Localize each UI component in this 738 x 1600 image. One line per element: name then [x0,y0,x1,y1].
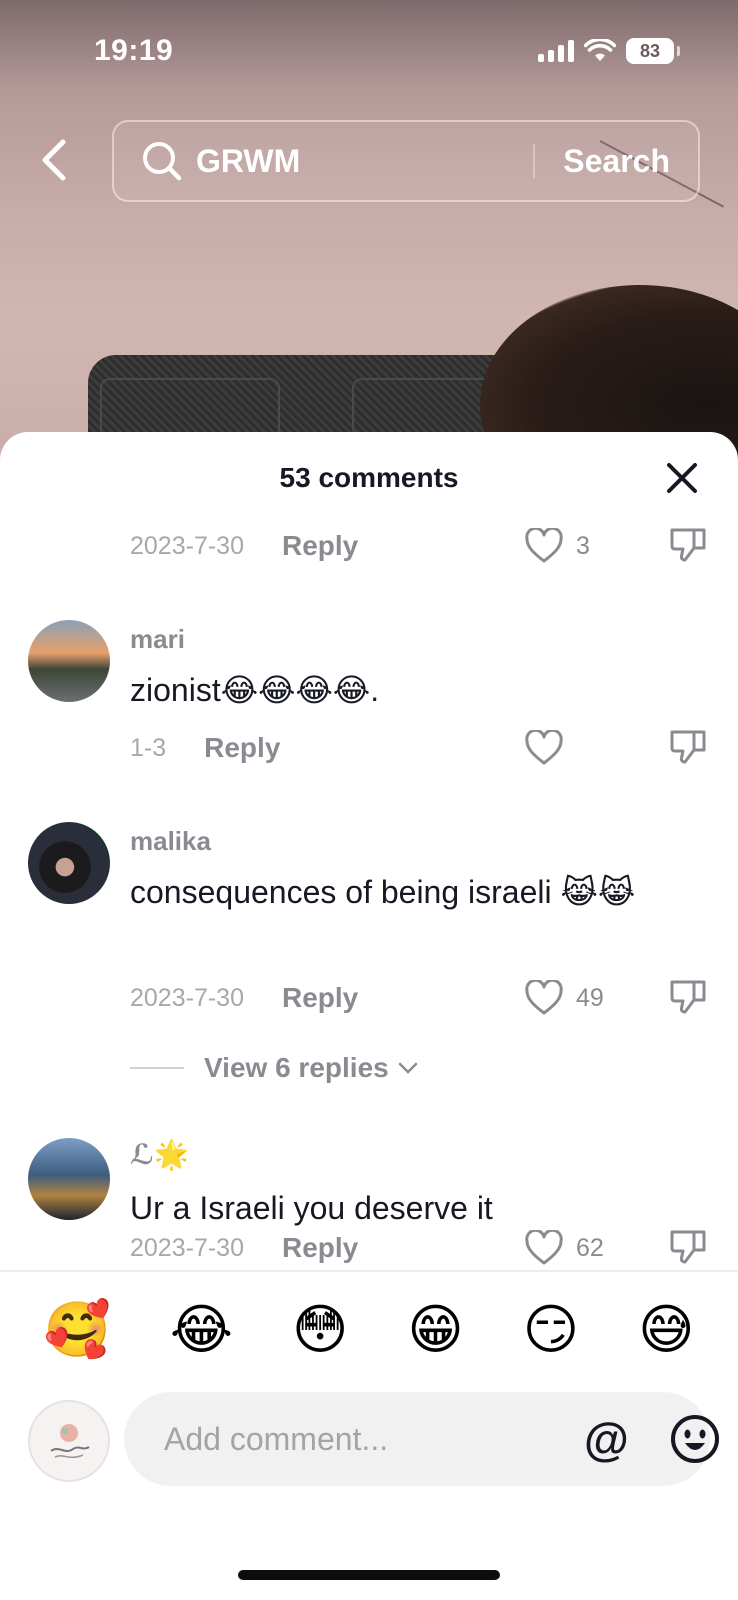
reply-button[interactable]: Reply [204,732,280,764]
home-indicator [238,1570,500,1580]
dislike-button[interactable] [668,1226,708,1271]
comment-username[interactable]: malika [130,826,211,857]
quick-emoji-bar: 🥰 😂 😳 😁 😏 😅 [0,1270,738,1388]
smiley-icon [670,1415,719,1463]
like-button[interactable]: 3 [524,528,590,564]
comment-date: 1-3 [130,733,167,762]
search-button[interactable]: Search [535,143,698,180]
dislike-button[interactable] [668,524,708,569]
search-icon [140,139,184,183]
avatar[interactable] [28,822,110,904]
like-button[interactable]: 62 [524,1230,604,1266]
comment-meta-row: 2023-7-30 Reply 3 [130,526,708,566]
thumbs-down-icon [670,528,706,561]
emoji-grinning[interactable]: 😁 [407,1303,463,1357]
comment-date: 2023-7-30 [130,1233,244,1262]
comment-input-field[interactable]: @ [124,1392,719,1486]
avatar[interactable] [28,620,110,702]
comments-list[interactable]: 2023-7-30 Reply 3 mari zionist😂😂😂😂. 1-3 … [0,512,738,1328]
comment-input[interactable] [164,1420,584,1458]
comment-username[interactable]: mari [130,624,185,655]
comment-meta-row: 2023-7-30 Reply 49 [130,978,708,1018]
chevron-down-icon [398,1062,417,1074]
like-button[interactable] [524,730,576,766]
dislike-button[interactable] [668,976,708,1021]
reply-button[interactable]: Reply [282,982,358,1014]
comment-text: Ur a Israeli you deserve it [130,1190,493,1226]
thumbs-down-icon [670,730,706,763]
thumbs-down-icon [670,1230,706,1263]
emoji-smiling-hearts[interactable]: 🥰 [44,1303,111,1357]
heart-icon [525,1230,563,1265]
comment-username[interactable]: ℒ🌟 [130,1138,189,1171]
user-logo-icon [50,1424,90,1459]
comment-date: 2023-7-30 [130,983,244,1012]
comment-date: 2023-7-30 [130,531,244,560]
view-replies-label: View 6 replies [204,1052,389,1083]
search-bar[interactable]: GRWM Search [112,120,700,202]
emoji-picker-button[interactable] [669,1413,721,1465]
reply-button[interactable]: Reply [282,1232,358,1264]
battery-indicator: 83 [626,38,680,64]
emoji-sweat-smile[interactable]: 😅 [638,1303,694,1357]
comment-text: zionist😂😂😂😂. [130,672,380,708]
like-count: 3 [576,531,590,560]
chevron-left-icon [42,139,66,181]
comment-meta-row: 2023-7-30 Reply 62 [130,1228,708,1268]
comment-composer: @ [0,1390,738,1500]
comment-text: consequences of being israeli 😹😹 [130,874,636,910]
status-bar: 19:19 83 [0,0,738,100]
cellular-signal-icon [538,40,574,62]
heart-icon [525,730,563,765]
heart-icon [525,528,563,563]
wifi-icon [584,39,616,61]
mention-button[interactable]: @ [584,1412,629,1466]
reply-button[interactable]: Reply [282,530,358,562]
emoji-flushed[interactable]: 😳 [292,1303,348,1357]
comments-count-title: 53 comments [279,462,459,493]
heart-icon [525,980,563,1015]
like-button[interactable]: 49 [524,980,604,1016]
like-count: 49 [576,983,604,1012]
close-button[interactable] [662,458,702,498]
thumbs-down-icon [670,980,706,1013]
dislike-button[interactable] [668,726,708,771]
emoji-tears-of-joy[interactable]: 😂 [170,1303,233,1357]
close-icon [667,463,697,493]
chair-panel [100,378,280,438]
status-icons: 83 [538,38,680,64]
view-replies-button[interactable]: View 6 replies [130,1052,419,1084]
avatar[interactable] [28,1138,110,1220]
like-count: 62 [576,1233,604,1262]
search-query[interactable]: GRWM [196,143,533,180]
replies-divider [130,1067,184,1069]
status-time: 19:19 [94,34,174,67]
comment-meta-row: 1-3 Reply [130,728,708,768]
back-button[interactable] [34,136,74,184]
emoji-smirking[interactable]: 😏 [523,1303,579,1357]
user-avatar[interactable] [28,1400,110,1482]
